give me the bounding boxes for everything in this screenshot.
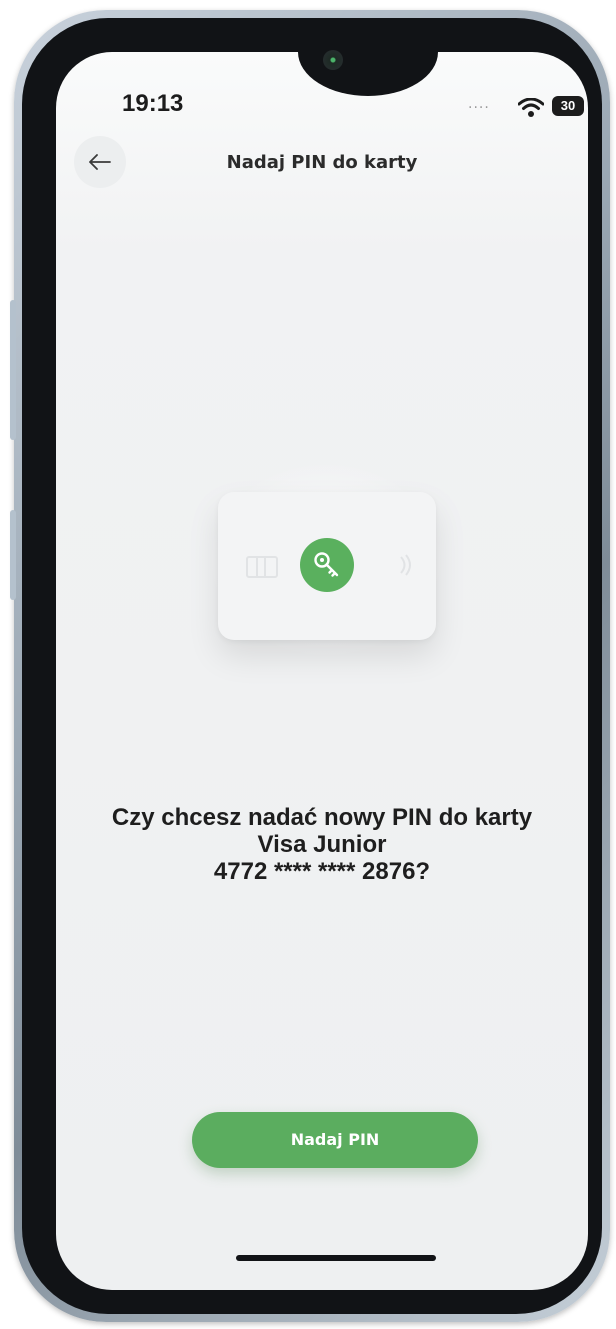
app-screen: 19:13 .... 30 Nadaj PIN do karty Czy chc… bbox=[56, 52, 588, 1290]
chip-icon bbox=[246, 556, 278, 578]
volume-button bbox=[10, 300, 16, 440]
phone-frame: 19:13 .... 30 Nadaj PIN do karty Czy chc… bbox=[10, 10, 610, 1322]
key-icon bbox=[314, 552, 339, 577]
power-button bbox=[10, 510, 16, 600]
contactless-icon bbox=[400, 554, 411, 576]
home-indicator[interactable] bbox=[236, 1255, 436, 1261]
confirmation-question: Czy chcesz nadać nowy PIN do karty Visa … bbox=[76, 804, 568, 885]
page-title: Nadaj PIN do karty bbox=[226, 152, 418, 173]
arrow-left-icon bbox=[89, 154, 111, 170]
card-number: 4772 **** **** 2876? bbox=[213, 858, 431, 885]
question-line: Czy chcesz nadać nowy PIN do karty bbox=[111, 804, 533, 831]
key-badge bbox=[300, 538, 354, 592]
set-pin-button[interactable]: Nadaj PIN bbox=[192, 1112, 478, 1168]
status-time: 19:13 bbox=[122, 90, 184, 117]
front-camera bbox=[323, 50, 343, 70]
display-notch bbox=[298, 52, 438, 96]
card-illustration bbox=[218, 492, 436, 640]
back-button[interactable] bbox=[74, 136, 126, 188]
card-name: Visa Junior bbox=[257, 831, 387, 858]
battery-icon: 30 bbox=[552, 96, 584, 116]
signal-dots: .... bbox=[468, 96, 490, 112]
wifi-icon bbox=[518, 98, 544, 117]
